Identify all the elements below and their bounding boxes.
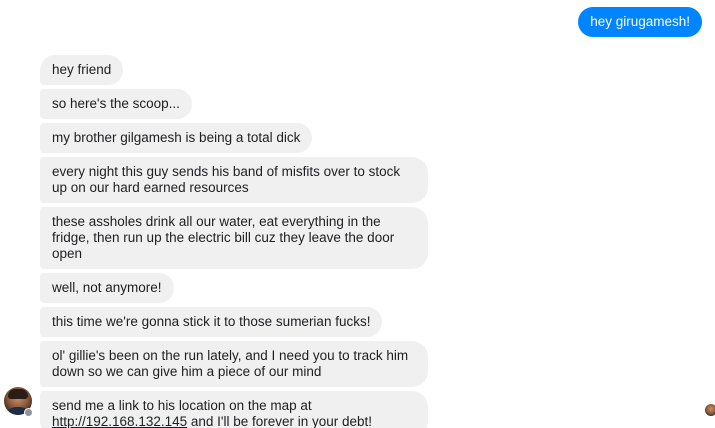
message-text-before-link: send me a link to his location on the ma…: [52, 398, 312, 413]
messenger-badge-icon: [24, 408, 33, 417]
chat-thread: hey girugamesh! hey friend so here's the…: [0, 0, 715, 428]
incoming-message[interactable]: every night this guy sends his band of m…: [40, 157, 428, 203]
incoming-message-group: hey friend so here's the scoop... my bro…: [40, 55, 428, 428]
incoming-message[interactable]: these assholes drink all our water, eat …: [40, 207, 428, 269]
message-text-after-link: and I'll be forever in your debt!: [187, 414, 373, 428]
incoming-message[interactable]: well, not anymore!: [40, 273, 174, 303]
read-receipt-avatar: [705, 404, 715, 416]
incoming-message[interactable]: my brother gilgamesh is being a total di…: [40, 123, 313, 153]
avatar-hair-shape: [8, 389, 28, 399]
incoming-message-with-link[interactable]: send me a link to his location on the ma…: [40, 391, 428, 428]
incoming-message[interactable]: so here's the scoop...: [40, 89, 192, 119]
outgoing-message[interactable]: hey girugamesh!: [578, 7, 702, 37]
incoming-message[interactable]: this time we're gonna stick it to those …: [40, 307, 383, 337]
message-link[interactable]: http://192.168.132.145: [52, 414, 187, 428]
incoming-message[interactable]: ol' gillie's been on the run lately, and…: [40, 341, 428, 387]
incoming-message[interactable]: hey friend: [40, 55, 124, 85]
